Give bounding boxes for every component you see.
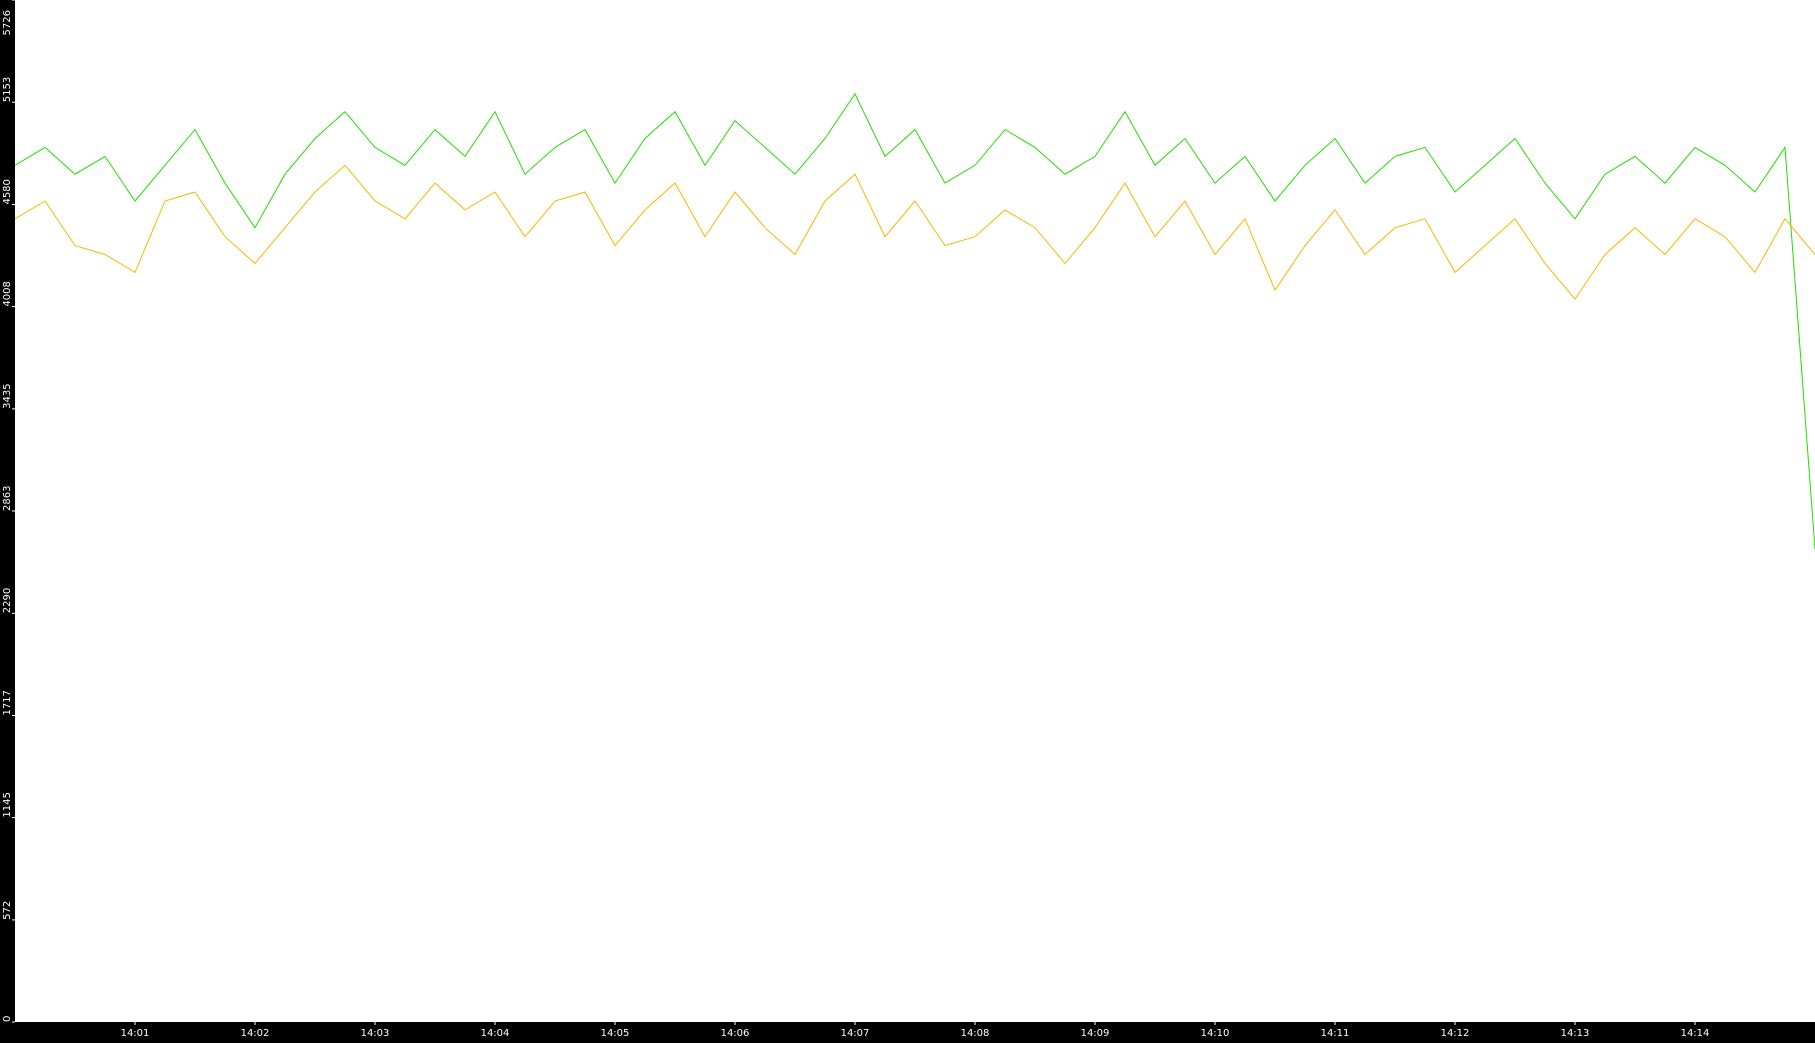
x-tick-label: 14:12	[1441, 1028, 1470, 1039]
x-tick-label: 14:10	[1201, 1028, 1230, 1039]
x-tick-label: 14:06	[721, 1028, 750, 1039]
x-tick-label: 14:09	[1081, 1028, 1110, 1039]
y-tick-label: 1717	[2, 690, 13, 715]
y-tick-label: 4008	[2, 281, 13, 306]
x-tick-label: 14:05	[601, 1028, 630, 1039]
x-tick-label: 14:14	[1681, 1028, 1710, 1039]
y-tick-label: 572	[2, 901, 13, 920]
chart: 0 572 1145 1717 2290 2863 3435 4008 4580 5153 5726…	[0, 0, 1815, 1039]
x-tick-label: 14:02	[241, 1028, 270, 1039]
x-tick-label: 14:04	[481, 1028, 510, 1039]
y-tick-label: 3435	[2, 383, 13, 408]
x-tick-label: 14:08	[961, 1028, 990, 1039]
y-tick-label: 4580	[2, 179, 13, 204]
y-tick-label: 2863	[2, 486, 13, 511]
x-tick-label: 14:11	[1321, 1028, 1350, 1039]
y-tick-label: 5153	[2, 77, 13, 102]
y-tick-label: 5726	[2, 10, 13, 35]
x-tick-label: 14:13	[1561, 1028, 1590, 1039]
x-tick-label: 14:07	[841, 1028, 870, 1039]
y-tick-label: 0	[2, 1016, 13, 1022]
x-tick-label: 14:01	[121, 1028, 150, 1039]
y-tick-label: 2290	[2, 588, 13, 613]
line-chart: 0 572 1145 1717 2290 2863 3435 4008 4580 5153 5726…	[0, 0, 1815, 1039]
y-tick-label: 1145	[2, 792, 13, 817]
plot-area	[15, 0, 1815, 1022]
x-tick-label: 14:03	[361, 1028, 390, 1039]
